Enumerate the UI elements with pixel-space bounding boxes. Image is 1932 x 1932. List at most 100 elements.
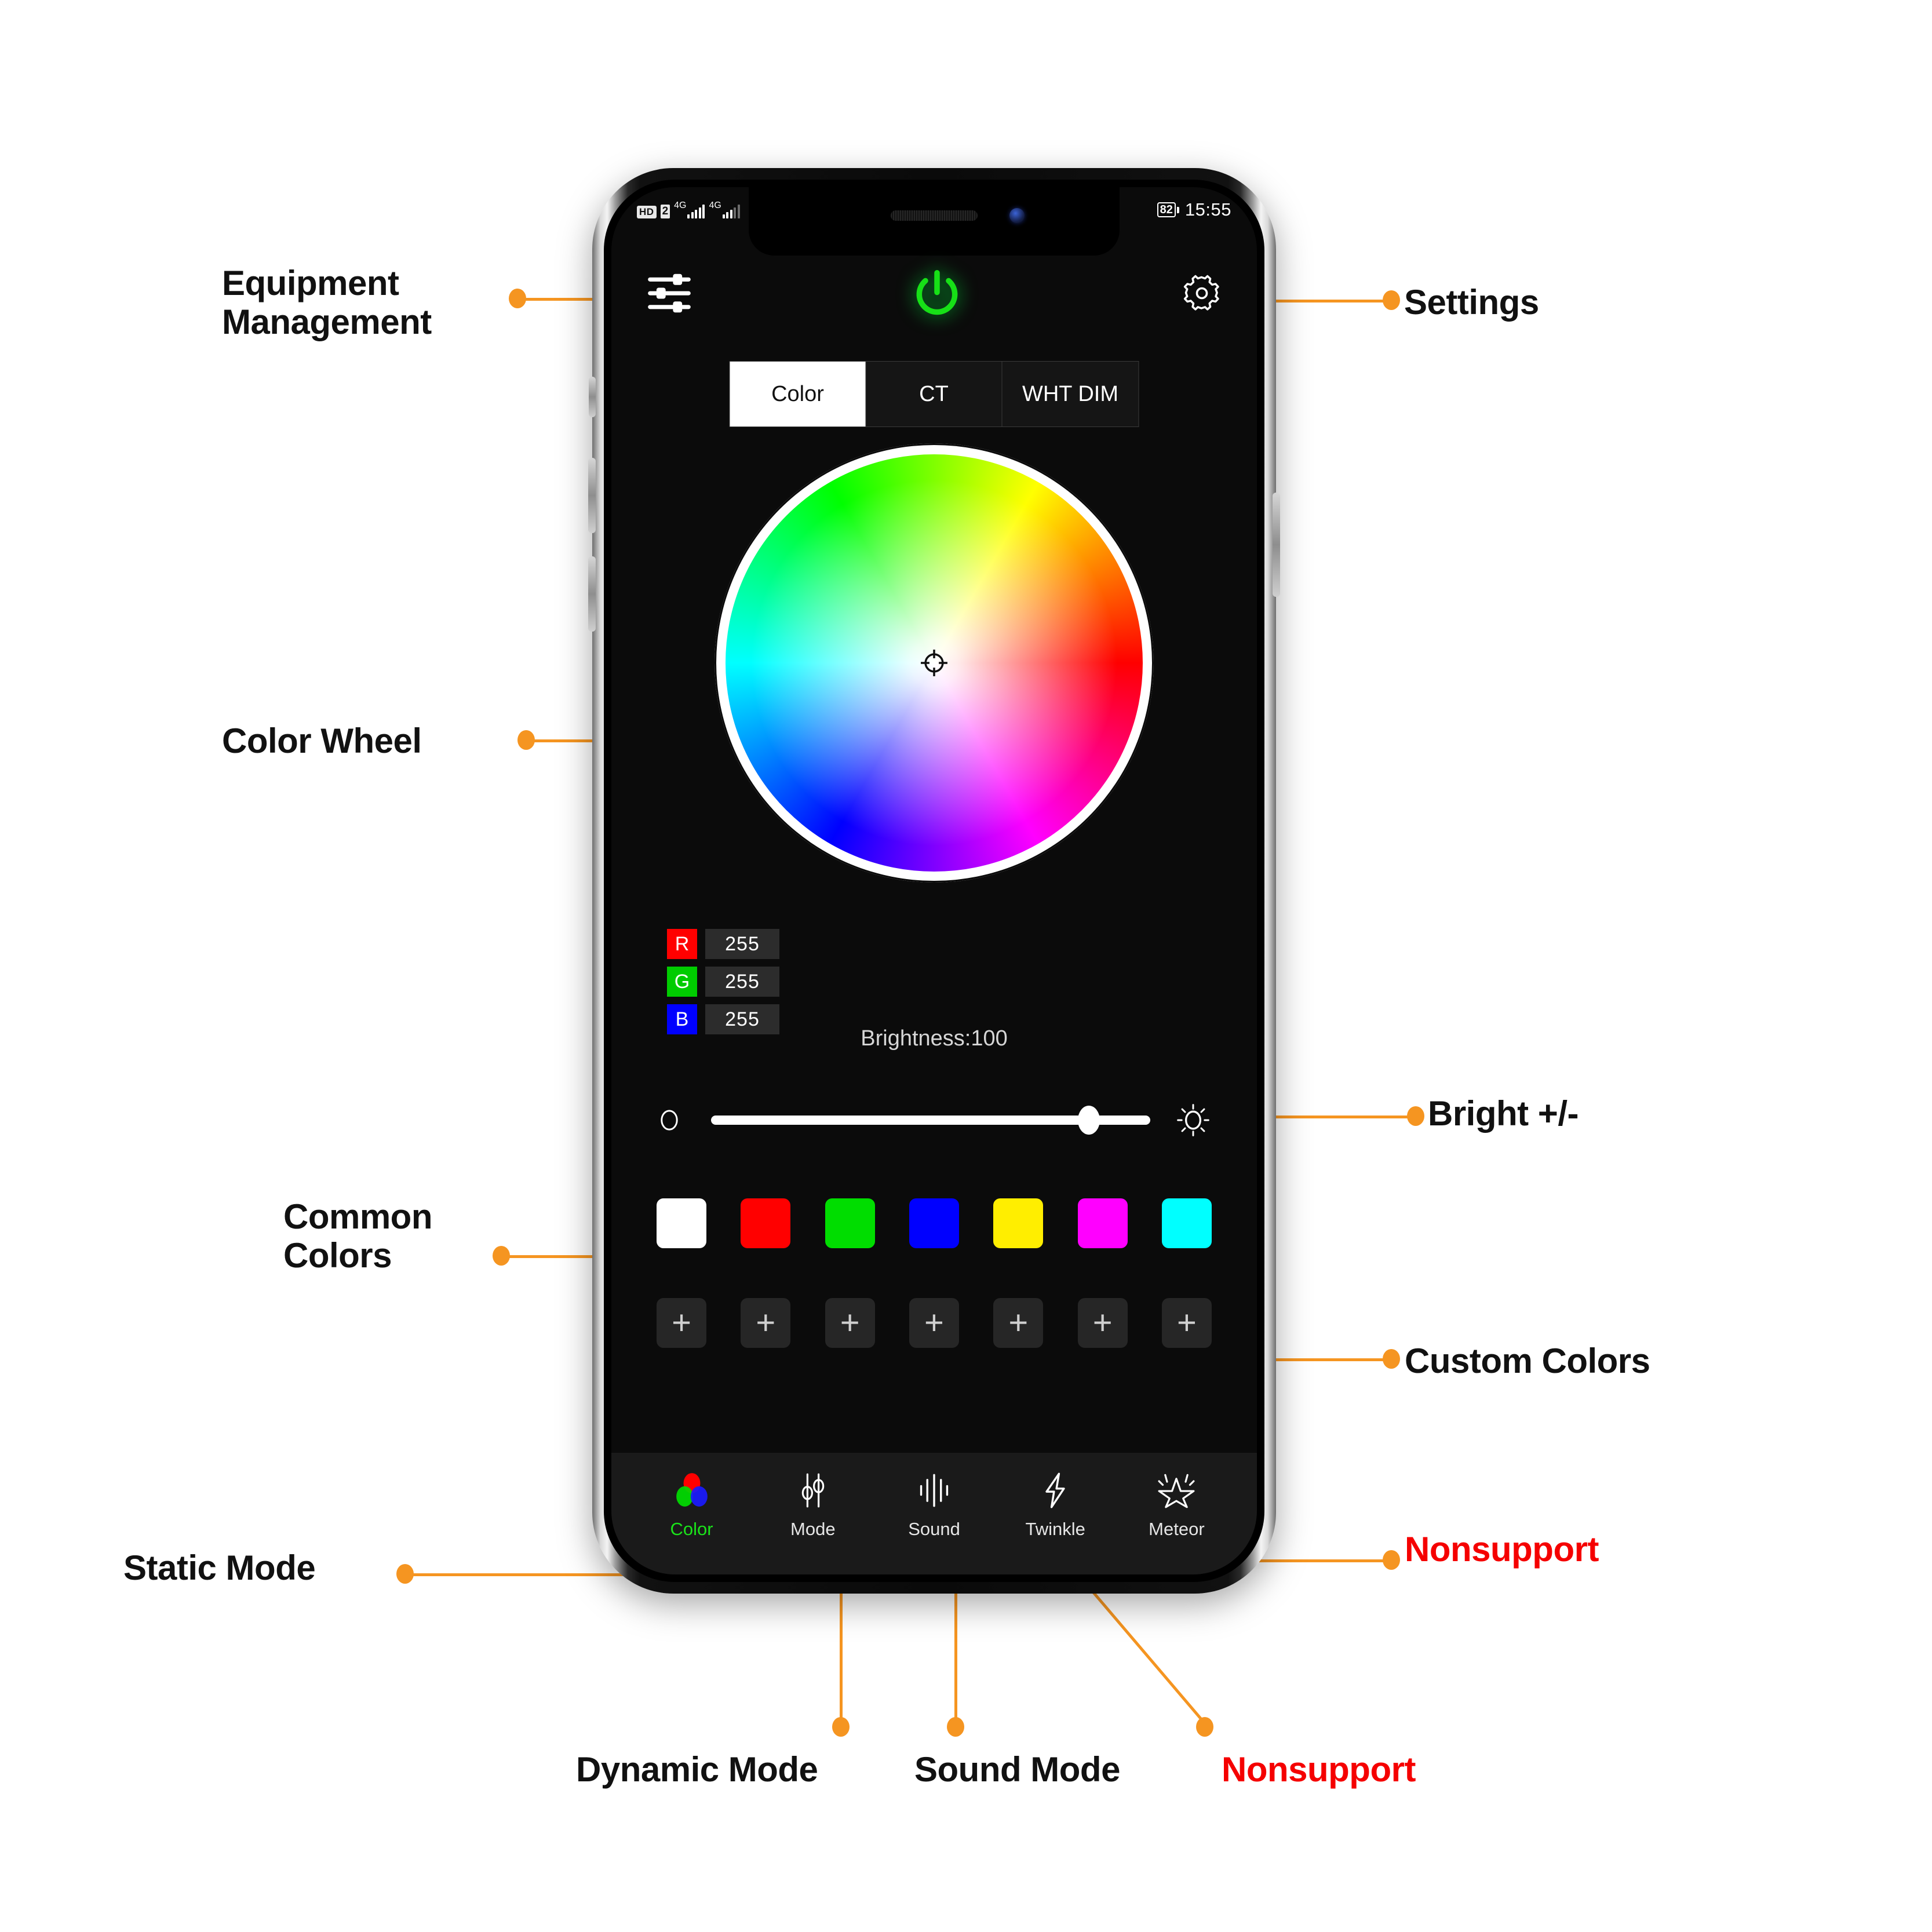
sun-icon: [1177, 1104, 1209, 1136]
tab-wht-dim[interactable]: WHT DIM: [1002, 362, 1139, 427]
common-colors-row: [611, 1198, 1257, 1248]
nav-item-twinkle[interactable]: Twinkle: [995, 1469, 1116, 1540]
rgb-tag-r: R: [667, 929, 697, 959]
signal-group-1: 4G: [674, 201, 705, 218]
nav-item-color[interactable]: Color: [631, 1469, 752, 1540]
phone-device-frame: HD 2 4G 4G 82 15:55 Color CT WHT DIM R 2…: [588, 168, 1280, 1594]
nav-label-mode: Mode: [790, 1519, 836, 1539]
leader-dot-dynamic-mode: [832, 1717, 850, 1737]
nav-item-meteor[interactable]: Meteor: [1116, 1469, 1237, 1540]
power-side-button[interactable]: [1273, 493, 1280, 597]
status-bar-right: 82 15:55: [1157, 199, 1231, 220]
leader-dot-settings: [1383, 290, 1400, 310]
annotation-dynamic-mode: Dynamic Mode: [576, 1750, 818, 1789]
leader-line-sound-mode: [954, 1582, 957, 1730]
brightness-slider[interactable]: [711, 1103, 1150, 1138]
nav-label-twinkle: Twinkle: [1025, 1519, 1085, 1539]
common-color-magenta[interactable]: [1077, 1198, 1128, 1248]
rgb-value-b[interactable]: 255: [705, 1004, 779, 1034]
rgb-row-g: G 255: [667, 967, 779, 997]
network-type-2: 4G: [709, 201, 721, 210]
annotation-nonsupport-bottom: Nonsupport: [1222, 1750, 1416, 1789]
custom-color-slot-4[interactable]: +: [909, 1298, 959, 1348]
annotation-nonsupport-right: Nonsupport: [1405, 1530, 1599, 1569]
rgb-tag-g: G: [667, 967, 697, 997]
volume-up-button[interactable]: [588, 458, 596, 533]
annotation-custom-colors: Custom Colors: [1405, 1342, 1650, 1380]
leader-dot-sound-mode: [947, 1717, 964, 1737]
annotation-bright: Bright +/-: [1428, 1094, 1579, 1133]
rgb-row-r: R 255: [667, 929, 779, 959]
rgb-row-b: B 255: [667, 1004, 779, 1034]
leader-line-nonsupport-bottom: [1088, 1588, 1206, 1725]
common-color-red[interactable]: [741, 1198, 791, 1248]
battery-cap: [1176, 206, 1179, 213]
common-color-white[interactable]: [657, 1198, 706, 1248]
custom-color-slot-2[interactable]: +: [741, 1298, 791, 1348]
dim-circle-icon: [661, 1110, 678, 1131]
custom-color-slot-6[interactable]: +: [1077, 1298, 1128, 1348]
nav-item-sound[interactable]: Sound: [873, 1469, 994, 1540]
mute-switch-button[interactable]: [589, 377, 596, 417]
custom-color-slot-1[interactable]: +: [657, 1298, 706, 1348]
signal-group-2: 4G: [709, 201, 740, 218]
common-color-green[interactable]: [825, 1198, 875, 1248]
hd-badge: HD: [637, 206, 657, 218]
leader-dot-common-colors: [493, 1246, 510, 1266]
sound-wave-icon: [917, 1469, 952, 1512]
leader-dot-custom-colors: [1383, 1349, 1400, 1369]
power-icon[interactable]: [910, 267, 964, 320]
leader-dot-static-mode: [396, 1564, 414, 1584]
gear-icon[interactable]: [1183, 274, 1221, 312]
app-header: [611, 256, 1257, 331]
lightning-bolt-icon: [1041, 1469, 1070, 1512]
nav-label-meteor: Meteor: [1149, 1519, 1205, 1539]
leader-line-dynamic-mode: [840, 1582, 843, 1730]
common-color-yellow[interactable]: [993, 1198, 1044, 1248]
sliders-icon[interactable]: [647, 273, 691, 314]
status-bar-clock: 15:55: [1184, 199, 1231, 220]
phone-bezel: HD 2 4G 4G 82 15:55 Color CT WHT DIM R 2…: [604, 180, 1264, 1582]
screenshot-canvas: Equipment Management Color Wheel Common …: [0, 0, 1932, 1932]
status-bar-left: HD 2 4G 4G: [637, 201, 740, 218]
common-color-cyan[interactable]: [1161, 1198, 1212, 1248]
signal-bars-1: [687, 205, 705, 218]
leader-dot-nonsupport-bottom: [1196, 1717, 1213, 1737]
network-type-1: 4G: [674, 201, 687, 210]
rgb-value-r[interactable]: 255: [705, 929, 779, 959]
annotation-common-colors: Common Colors: [283, 1197, 432, 1275]
leader-dot-equipment: [509, 289, 526, 308]
common-color-blue[interactable]: [909, 1198, 959, 1248]
battery-icon: 82: [1157, 202, 1179, 217]
brightness-slider-row: [611, 1097, 1257, 1143]
sliders-vertical-icon: [796, 1469, 830, 1512]
rgb-value-g[interactable]: 255: [705, 967, 779, 997]
brightness-label: Brightness:100: [861, 1026, 1008, 1051]
annotation-settings: Settings: [1404, 283, 1539, 322]
rgb-tag-b: B: [667, 1004, 697, 1034]
rgb-circles-icon: [674, 1469, 710, 1512]
signal-bars-2: [722, 205, 740, 218]
custom-color-slot-7[interactable]: +: [1161, 1298, 1212, 1348]
crosshair-icon[interactable]: [918, 647, 950, 679]
color-wheel[interactable]: [715, 443, 1154, 883]
custom-color-slot-3[interactable]: +: [825, 1298, 875, 1348]
nav-label-color: Color: [670, 1519, 713, 1539]
slider-thumb[interactable]: [1077, 1106, 1100, 1135]
custom-color-slot-5[interactable]: +: [993, 1298, 1044, 1348]
tab-ct[interactable]: CT: [866, 362, 1003, 427]
leader-dot-color-wheel: [517, 730, 535, 750]
custom-colors-row: + + + + + + +: [611, 1298, 1257, 1348]
rgb-readout-group: R 255 G 255 B 255: [667, 929, 779, 1042]
leader-dot-nonsupport-right: [1383, 1550, 1400, 1570]
nav-label-sound: Sound: [908, 1519, 960, 1539]
mode-tab-bar: Color CT WHT DIM: [729, 361, 1139, 427]
annotation-color-wheel: Color Wheel: [222, 721, 422, 760]
battery-level: 82: [1157, 202, 1176, 217]
volume-down-button[interactable]: [588, 556, 596, 632]
phone-screen: HD 2 4G 4G 82 15:55 Color CT WHT DIM R 2…: [611, 187, 1257, 1574]
nav-item-mode[interactable]: Mode: [752, 1469, 873, 1540]
tab-color[interactable]: Color: [730, 362, 866, 427]
sparkle-star-icon: [1158, 1469, 1195, 1512]
annotation-equipment-management: Equipment Management: [222, 264, 432, 342]
